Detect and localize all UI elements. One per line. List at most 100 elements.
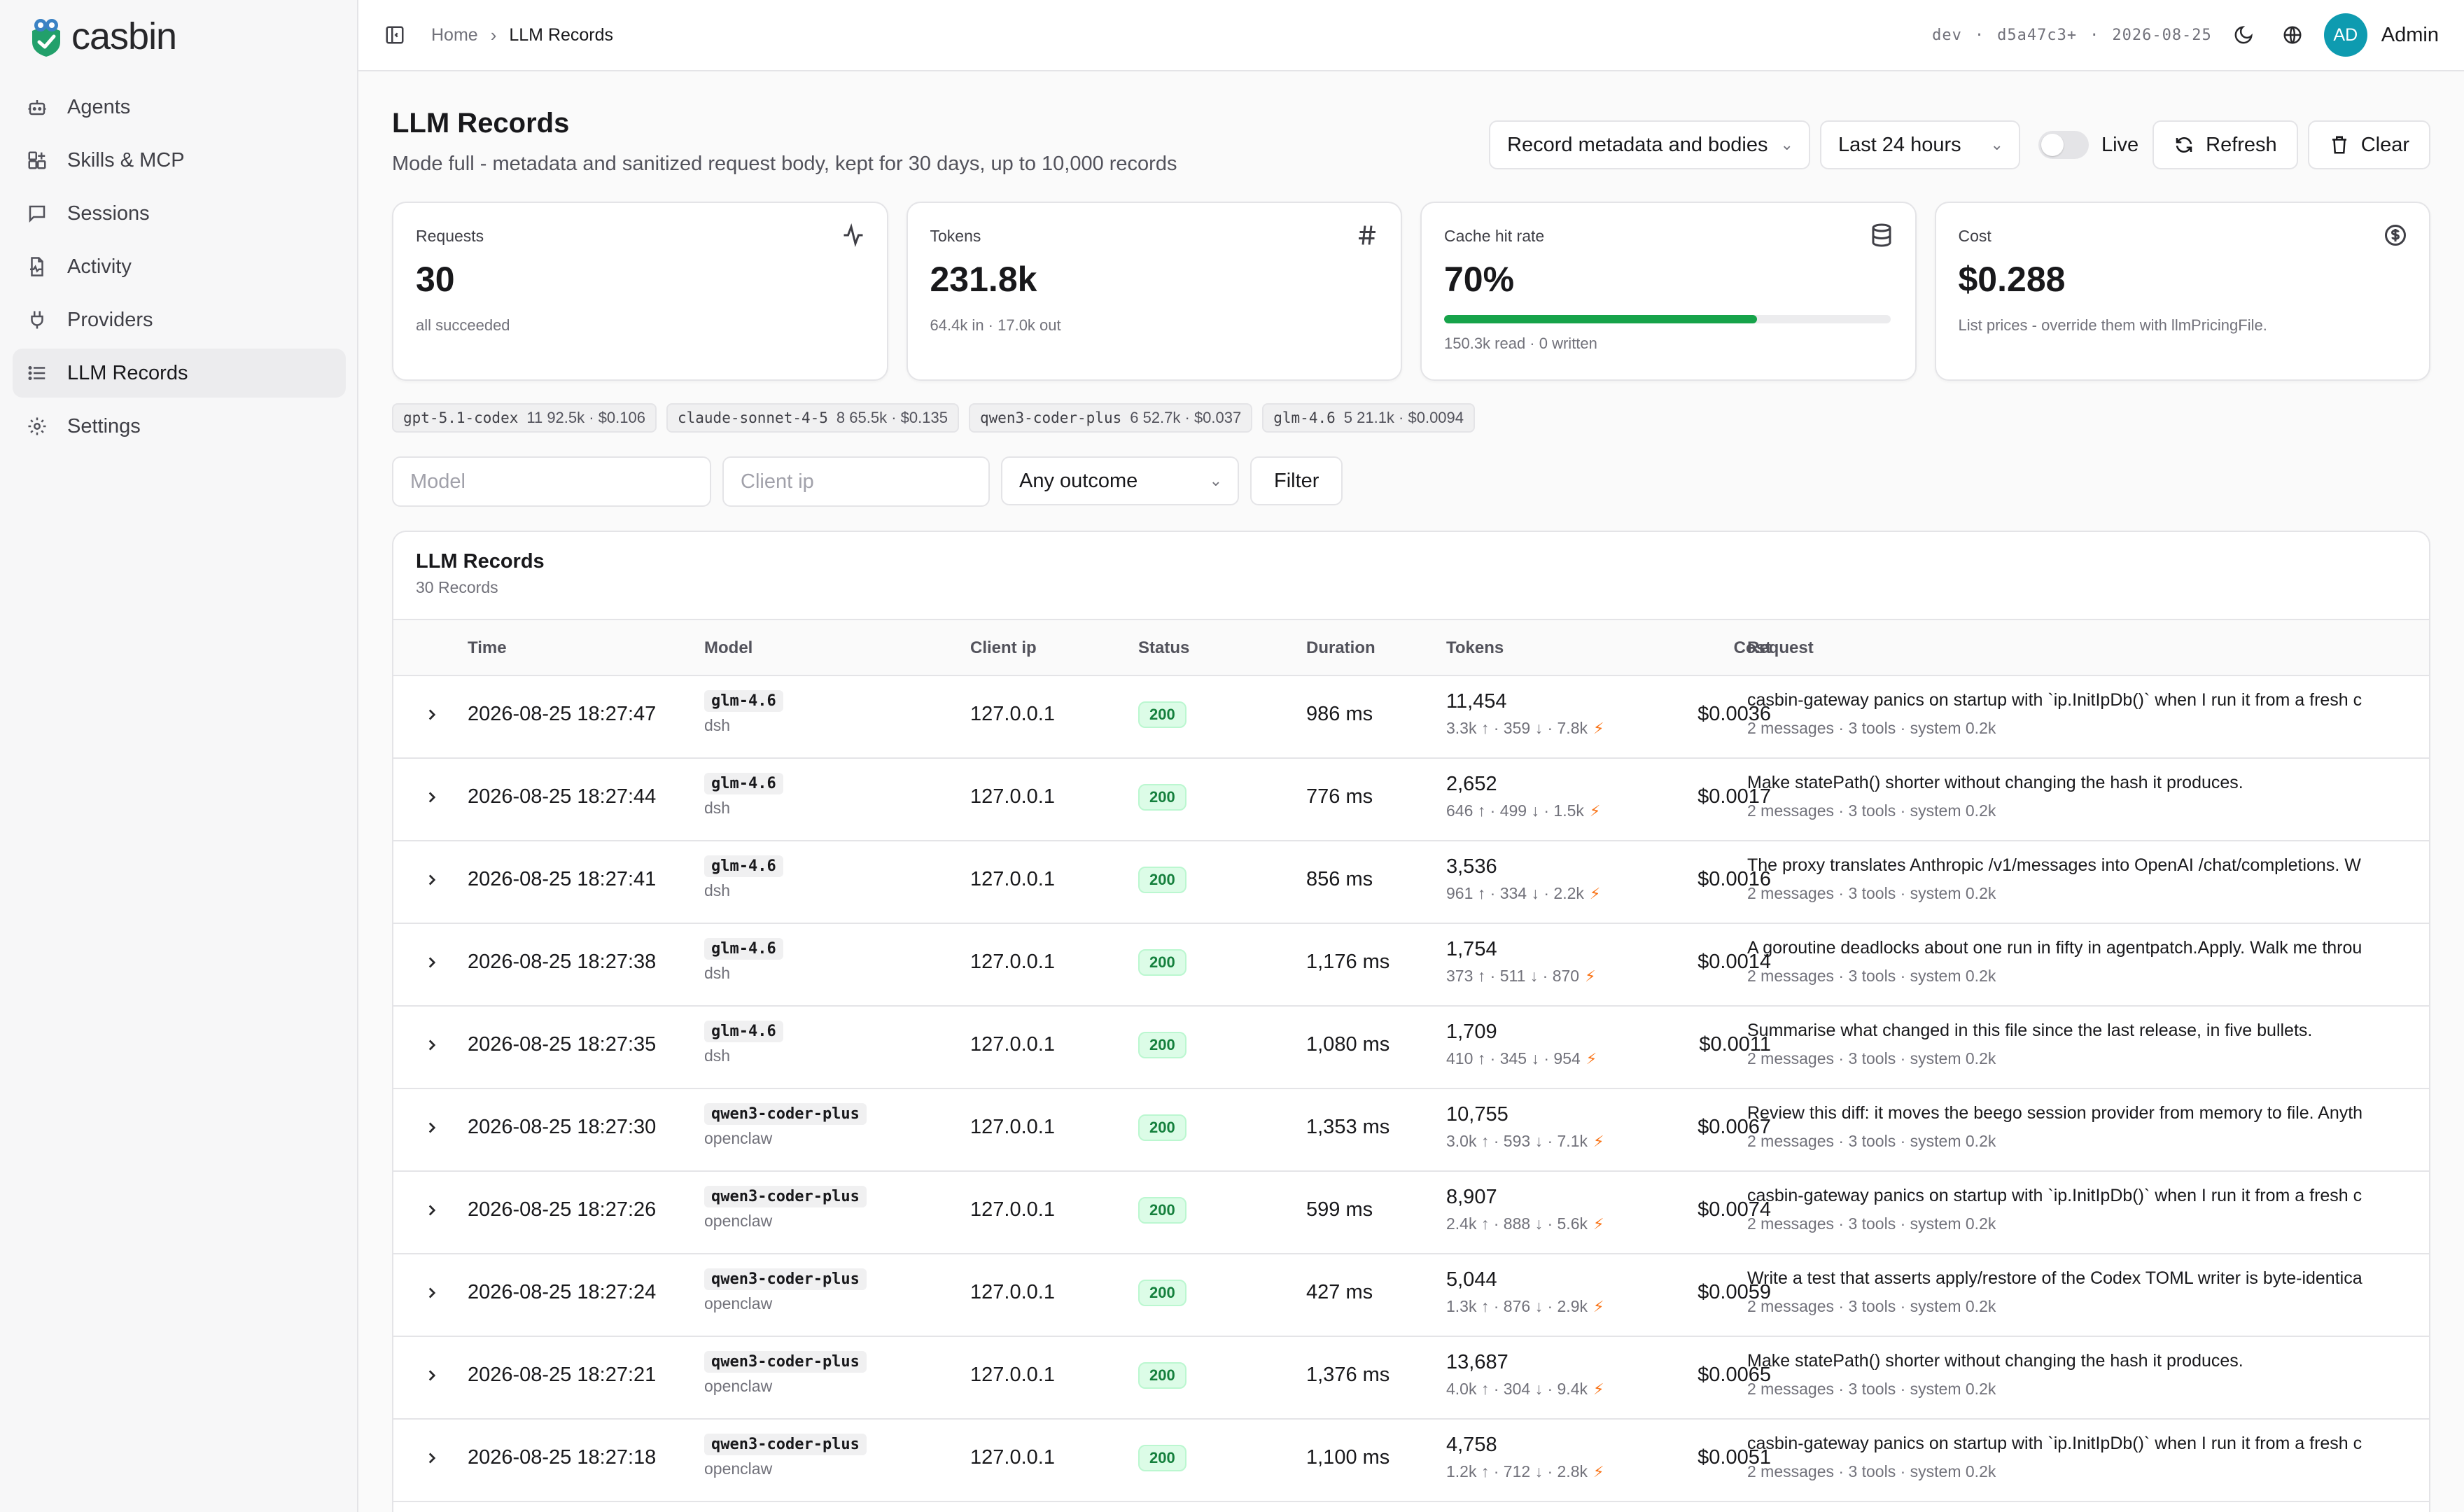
row-request-meta: 2 messages · 3 tools · system 0.2k (1747, 1380, 1996, 1398)
cost-card: Cost $0.288 List prices - override them … (1934, 202, 2430, 381)
row-request-cell: Summarise what changed in this file sinc… (1747, 1021, 2429, 1068)
table-row[interactable]: 2026-08-25 18:27:38 glm-4.6 dsh 127.0.0.… (393, 924, 2429, 1007)
chevron-right-icon[interactable] (421, 952, 442, 973)
live-toggle[interactable] (2038, 131, 2089, 159)
row-time: 2026-08-25 18:27:44 (468, 785, 657, 808)
moon-icon[interactable] (2226, 18, 2261, 52)
row-status-cell: 200 (1138, 1362, 1186, 1389)
row-request-text: Summarise what changed in this file sinc… (1747, 1021, 2313, 1040)
cache-value: 70% (1444, 260, 1515, 299)
row-request-text: Make statePath() shorter without changin… (1747, 1351, 2244, 1371)
chevron-right-icon[interactable] (421, 1282, 442, 1303)
row-model: qwen3-coder-plus (704, 1186, 867, 1208)
row-request-text: casbin-gateway panics on startup with `i… (1747, 690, 2362, 710)
sidebar-item-sessions[interactable]: Sessions (13, 189, 346, 238)
model-chip[interactable]: qwen3-coder-plus 6 52.7k · $0.037 (968, 403, 1253, 433)
row-model: glm-4.6 (704, 938, 783, 960)
column-header-duration[interactable]: Duration (1306, 638, 1376, 658)
column-header-client-ip[interactable]: Client ip (970, 638, 1037, 658)
row-tokens-breakdown: 410 ↑ · 345 ↓ · 954 (1446, 1049, 1581, 1068)
chip-summary: 5 21.1k · $0.0094 (1343, 409, 1464, 426)
table-row[interactable]: 2026-08-25 18:27:24 qwen3-coder-plus ope… (393, 1254, 2429, 1337)
avatar[interactable]: AD (2323, 13, 2367, 57)
chevron-right-icon[interactable] (421, 787, 442, 808)
row-status-cell: 200 (1138, 1445, 1186, 1471)
column-header-tokens[interactable]: Tokens (1446, 638, 1504, 658)
table-row[interactable]: 2026-08-25 18:27:47 glm-4.6 dsh 127.0.0.… (393, 676, 2429, 759)
row-request-text: A goroutine deadlocks about one run in f… (1747, 938, 2362, 958)
cache-card: Cache hit rate 70% 150.3k read · 0 writt… (1420, 202, 1917, 381)
chevron-right-icon[interactable] (421, 1200, 442, 1221)
filter-bar: Any outcome ⌄ Filter (392, 456, 1343, 507)
column-header-status[interactable]: Status (1138, 638, 1189, 658)
cost-note: List prices - override them with llmPric… (1958, 316, 2267, 334)
row-tokens-breakdown: 3.3k ↑ · 359 ↓ · 7.8k (1446, 719, 1588, 737)
column-header-model[interactable]: Model (704, 638, 752, 658)
user-name[interactable]: Admin (2381, 24, 2439, 47)
row-request-cell: A goroutine deadlocks about one run in f… (1747, 938, 2429, 986)
row-duration: 1,100 ms (1306, 1446, 1390, 1469)
chevron-right-icon[interactable] (421, 1117, 442, 1138)
sidebar-item-agents[interactable]: Agents (13, 83, 346, 132)
chevron-right-icon[interactable] (421, 1035, 442, 1056)
row-request-meta: 2 messages · 3 tools · system 0.2k (1747, 967, 1996, 985)
chevron-right-icon[interactable] (421, 704, 442, 725)
sidebar-item-skills-mcp[interactable]: Skills & MCP (13, 136, 346, 185)
sidebar-item-providers[interactable]: Providers (13, 295, 346, 344)
row-model-cell: qwen3-coder-plus openclaw (704, 1351, 867, 1396)
model-chip[interactable]: claude-sonnet-4-5 8 65.5k · $0.135 (666, 403, 959, 433)
table-row[interactable]: 2026-08-25 18:27:21 qwen3-coder-plus ope… (393, 1337, 2429, 1420)
column-header-request[interactable]: Request (1747, 638, 1814, 658)
row-tokens-detail: 1.2k ↑ · 712 ↓ · 2.8k ⚡ (1446, 1462, 1604, 1481)
outcome-value: Any outcome (1019, 469, 1138, 492)
row-time: 2026-08-25 18:27:35 (468, 1033, 657, 1056)
table-row[interactable]: 2026-08-25 18:27:44 glm-4.6 dsh 127.0.0.… (393, 759, 2429, 841)
row-request-meta: 2 messages · 3 tools · system 0.2k (1747, 719, 1996, 737)
refresh-button[interactable]: Refresh (2152, 120, 2298, 169)
column-header-time[interactable]: Time (468, 638, 507, 658)
model-chip[interactable]: gpt-5.1-codex 11 92.5k · $0.106 (392, 403, 657, 433)
status-badge: 200 (1138, 701, 1186, 728)
table-row[interactable]: 2026-08-25 18:27:35 glm-4.6 dsh 127.0.0.… (393, 1007, 2429, 1089)
sidebar-toggle-icon[interactable] (381, 21, 409, 49)
table-row[interactable]: 2026-08-25 18:27:26 qwen3-coder-plus ope… (393, 1172, 2429, 1254)
clear-button[interactable]: Clear (2307, 120, 2430, 169)
stats-cards: Requests 30 all succeeded Tokens 231.8k … (392, 202, 2430, 381)
chevron-down-icon: ⌄ (1990, 136, 2003, 153)
card-label: Tokens (930, 227, 981, 245)
row-app: dsh (704, 881, 731, 899)
time-range-select[interactable]: Last 24 hours ⌄ (1819, 120, 2020, 169)
row-tokens-breakdown: 3.0k ↑ · 593 ↓ · 7.1k (1446, 1132, 1588, 1150)
table-body: 2026-08-25 18:27:47 glm-4.6 dsh 127.0.0.… (393, 676, 2429, 1502)
record-mode-select[interactable]: Record metadata and bodies ⌄ (1489, 120, 1810, 169)
breadcrumb-home[interactable]: Home (431, 25, 478, 46)
client-ip-filter-input[interactable] (722, 456, 990, 507)
chevron-right-icon[interactable] (421, 1365, 442, 1386)
lightning-icon: ⚡ (1592, 1297, 1604, 1315)
app-logo[interactable]: casbin (28, 14, 177, 59)
filter-button[interactable]: Filter (1250, 456, 1343, 505)
chevron-right-icon[interactable] (421, 869, 442, 890)
row-app: openclaw (704, 1212, 773, 1230)
table-row[interactable]: 2026-08-25 18:27:18 qwen3-coder-plus ope… (393, 1420, 2429, 1502)
app-name: casbin (71, 15, 177, 57)
globe-icon[interactable] (2275, 18, 2310, 52)
sidebar-item-settings[interactable]: Settings (13, 402, 346, 451)
row-tokens-detail: 3.3k ↑ · 359 ↓ · 7.8k ⚡ (1446, 719, 1604, 738)
chip-model: claude-sonnet-4-5 (677, 410, 828, 426)
table-row[interactable]: 2026-08-25 18:27:30 qwen3-coder-plus ope… (393, 1089, 2429, 1172)
sidebar-item-activity[interactable]: Activity (13, 242, 346, 291)
row-request-meta: 2 messages · 3 tools · system 0.2k (1747, 1214, 1996, 1233)
outcome-select[interactable]: Any outcome ⌄ (1001, 456, 1239, 505)
chevron-right-icon[interactable] (421, 1448, 442, 1469)
row-request-meta: 2 messages · 3 tools · system 0.2k (1747, 802, 1996, 820)
model-filter-input[interactable] (392, 456, 711, 507)
model-chip[interactable]: glm-4.6 5 21.1k · $0.0094 (1262, 403, 1476, 433)
sidebar-item-llm-records[interactable]: LLM Records (13, 349, 346, 398)
table-row[interactable]: 2026-08-25 18:27:41 glm-4.6 dsh 127.0.0.… (393, 841, 2429, 924)
row-request-cell: Review this diff: it moves the beego ses… (1747, 1103, 2429, 1151)
row-request-cell: Make statePath() shorter without changin… (1747, 1351, 2429, 1399)
row-client-ip: 127.0.0.1 (970, 951, 1055, 973)
row-model-cell: glm-4.6 dsh (704, 773, 783, 818)
row-tokens-total: 2,652 (1446, 773, 1497, 795)
